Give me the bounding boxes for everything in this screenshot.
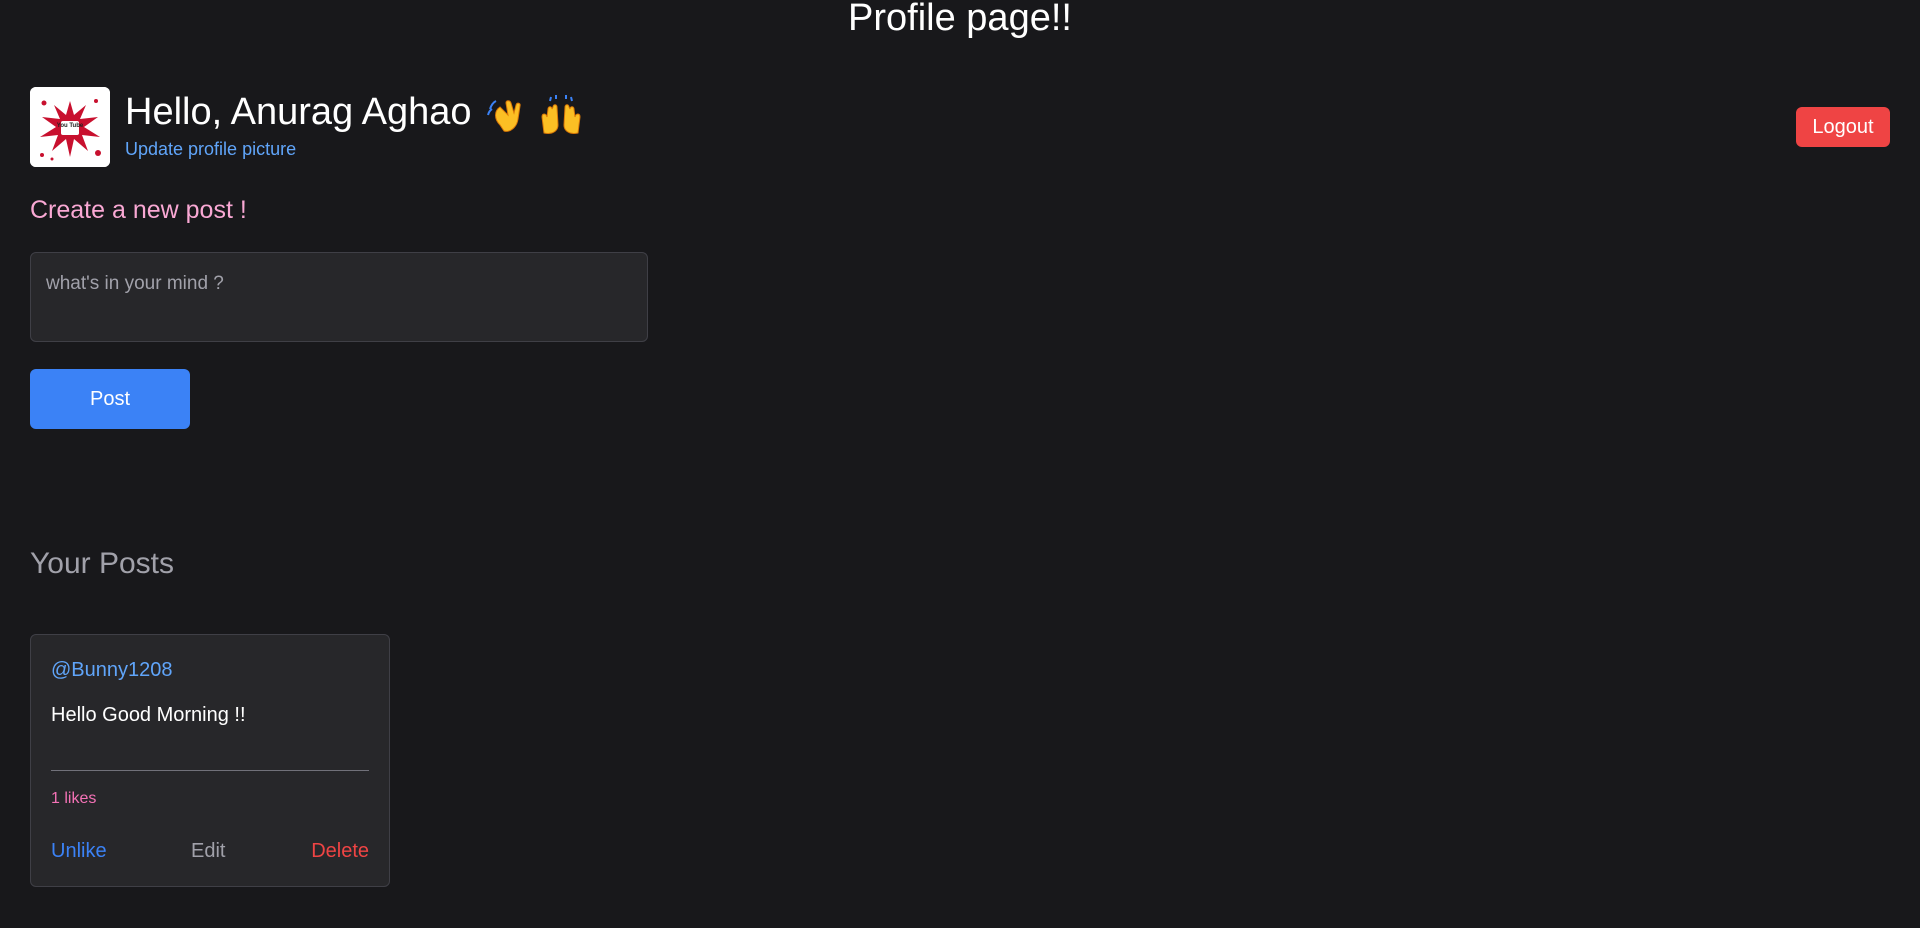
post-content-input[interactable] [30, 252, 648, 342]
delete-button[interactable]: Delete [311, 840, 369, 863]
page-title: Profile page!! [848, 0, 1072, 39]
post-username[interactable]: @Bunny1208 [51, 659, 173, 682]
raising-hands-icon [541, 94, 581, 134]
post-divider [51, 770, 369, 771]
avatar-logo-text: You Tube [57, 123, 84, 129]
logout-button[interactable]: Logout [1796, 107, 1890, 147]
greeting-text: Hello, Anurag Aghao [125, 91, 472, 133]
greeting-line: Hello, Anurag Aghao [125, 89, 584, 137]
post-button[interactable]: Post [30, 369, 190, 429]
avatar[interactable]: You Tube [30, 87, 110, 167]
create-post-heading: Create a new post ! [30, 196, 247, 224]
edit-button[interactable]: Edit [191, 840, 225, 863]
youtube-splash-logo-icon: You Tube [30, 87, 110, 167]
post-card: @Bunny1208 Hello Good Morning !! 1 likes… [30, 634, 390, 887]
post-actions: Unlike Edit Delete [51, 840, 369, 866]
your-posts-heading: Your Posts [30, 547, 174, 580]
profile-header: You Tube Hello, Anurag Aghao Update prof… [30, 87, 1890, 167]
wave-and-raised-hands-icons [486, 91, 585, 137]
post-content: Hello Good Morning !! [51, 704, 246, 726]
waving-hand-icon [486, 100, 521, 132]
post-likes-count: 1 likes [51, 790, 97, 807]
unlike-button[interactable]: Unlike [51, 840, 107, 863]
update-profile-picture-link[interactable]: Update profile picture [125, 139, 296, 160]
